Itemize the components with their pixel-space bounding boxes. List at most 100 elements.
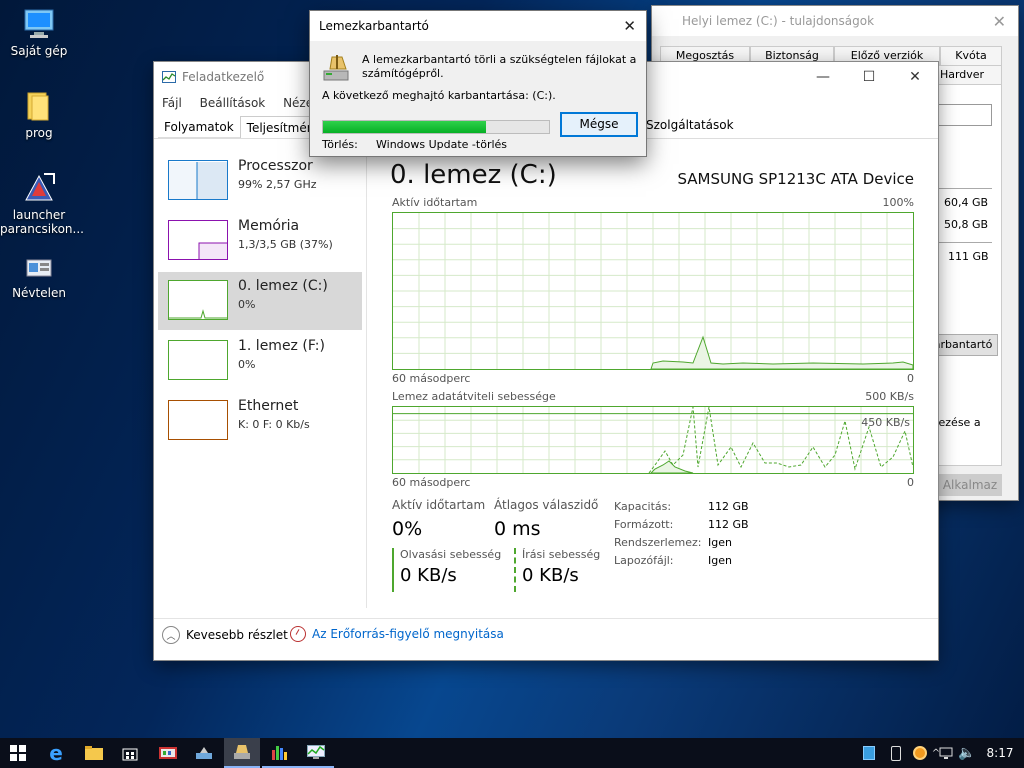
info-row: Formázott: 112 GB: [614, 516, 749, 534]
dialog-message-line2: számítógépről.: [362, 67, 444, 80]
fewer-details-button[interactable]: ︿ Kevesebb részlet: [162, 626, 288, 644]
write-speed-value: 0 KB/s: [522, 565, 579, 586]
task-manager-icon: [307, 745, 325, 759]
tab-processes[interactable]: Folyamatok: [158, 116, 240, 138]
folder-icon: [27, 92, 49, 121]
tray-app-icon[interactable]: [854, 738, 884, 768]
info-row: Kapacitás: 112 GB: [614, 498, 749, 516]
sidebar-item-memory[interactable]: Memória 1,3/3,5 GB (37%): [158, 212, 362, 270]
menu-options[interactable]: Beállítások: [200, 96, 266, 110]
menu-bar: Fájl Beállítások Nézet: [162, 96, 332, 110]
taskbar-app-media[interactable]: [150, 738, 186, 768]
document-icon: [26, 259, 52, 277]
menu-file[interactable]: Fájl: [162, 96, 182, 110]
cancel-button[interactable]: Mégse: [560, 112, 638, 137]
sidebar-item-cpu[interactable]: Processzor 99% 2,57 GHz: [158, 152, 362, 210]
active-time-label: Aktív időtartam: [392, 498, 486, 512]
graph1-max: 100%: [882, 196, 914, 209]
used-space-value: 60,4 GB: [944, 196, 989, 209]
tab-kvota[interactable]: Kvóta: [940, 46, 1002, 66]
sidebar-item-detail: 99% 2,57 GHz: [238, 178, 317, 191]
active-time-value: 0%: [392, 518, 423, 540]
sidebar-item-label: 1. lemez (F:): [238, 338, 325, 354]
sidebar-item-detail: K: 0 F: 0 Kb/s: [238, 418, 310, 431]
launcher-icon: [25, 173, 55, 201]
resource-monitor-label: Az Erőforrás-figyelő megnyitása: [312, 627, 504, 641]
dialog-titlebar[interactable]: Lemezkarbantartó ✕: [310, 11, 646, 41]
fewer-details-label: Kevesebb részlet: [186, 628, 288, 642]
graph2-x-left: 60 másodperc: [392, 476, 471, 489]
taskbar-file-explorer[interactable]: [76, 738, 112, 768]
sidebar-item-disk-c[interactable]: 0. lemez (C:) 0%: [158, 272, 362, 330]
task-manager-icon: [162, 71, 176, 83]
active-time-graph: [392, 212, 914, 370]
desktop-icon-nevtelen[interactable]: Névtelen: [0, 256, 78, 300]
close-button[interactable]: ✕: [993, 12, 1006, 31]
disk-cleanup-button[interactable]: Lemezkarbantartó: [934, 334, 998, 356]
taskbar-edge[interactable]: e: [38, 738, 74, 768]
name-field[interactable]: [934, 104, 992, 126]
info-value: 112 GB: [708, 518, 749, 531]
info-key: Lapozófájl:: [614, 554, 674, 567]
info-key: Rendszerlemez:: [614, 536, 702, 549]
sidebar-item-label: Memória: [238, 218, 300, 234]
taskbar-app-bars[interactable]: [262, 738, 298, 768]
window-title: Feladatkezelő: [182, 70, 265, 84]
info-row: Rendszerlemez: Igen: [614, 534, 749, 552]
graph1-title: Aktív időtartam: [392, 196, 478, 209]
graph2-mark-label: 450 KB/s: [861, 416, 910, 429]
taskbar-store[interactable]: [112, 738, 148, 768]
tab-bar: Folyamatok Teljesítmény: [154, 116, 329, 138]
open-resource-monitor-link[interactable]: Az Erőforrás-figyelő megnyitása: [290, 626, 504, 642]
desktop-icon-label: Saját gép: [10, 44, 68, 58]
compress-text: vezése a: [932, 416, 981, 429]
taskbar-clock[interactable]: 8:17: [982, 738, 1018, 768]
taskbar-disk-cleanup[interactable]: [224, 738, 260, 768]
taskbar-app-launcher[interactable]: [186, 738, 222, 768]
desktop-icon-prog[interactable]: prog: [0, 90, 78, 140]
computer-icon: [24, 9, 54, 38]
disk-cleanup-icon: [323, 55, 349, 81]
close-button[interactable]: ✕: [623, 17, 636, 35]
desktop-icon-label: Névtelen: [12, 286, 66, 300]
capacity-value: 111 GB: [948, 250, 989, 263]
launcher-app-icon: [196, 747, 212, 759]
response-time-label: Átlagos válaszidő: [494, 498, 599, 512]
sidebar-item-label: Ethernet: [238, 398, 299, 414]
media-app-icon: [159, 747, 177, 759]
delete-value: Windows Update -törlés: [376, 138, 508, 151]
sidebar-item-label: 0. lemez (C:): [238, 278, 328, 294]
info-key: Kapacitás:: [614, 500, 672, 513]
windows-logo-icon: [10, 745, 26, 761]
desktop-icon-launcher[interactable]: launcher parancsikon...: [0, 172, 84, 236]
start-button[interactable]: [0, 738, 36, 768]
disk-heading: 0. lemez (C:): [390, 160, 557, 190]
delete-label: Törlés:: [322, 138, 358, 151]
info-row: Lapozófájl: Igen: [614, 552, 749, 570]
close-button[interactable]: ✕: [892, 62, 938, 92]
sidebar-item-ethernet[interactable]: Ethernet K: 0 F: 0 Kb/s: [158, 392, 362, 450]
disk-f-thumbnail-graph: [168, 340, 228, 380]
desktop-icon-this-pc[interactable]: Saját gép: [0, 8, 78, 58]
sidebar-item-detail: 0%: [238, 298, 256, 311]
sidebar-item-disk-f[interactable]: 1. lemez (F:) 0%: [158, 332, 362, 390]
graph2-x-right: 0: [907, 476, 914, 489]
apply-button[interactable]: Alkalmaz: [938, 474, 1002, 496]
maximize-button[interactable]: ☐: [846, 62, 892, 92]
ethernet-thumbnail-graph: [168, 400, 228, 440]
disk-info-table: Kapacitás: 112 GB Formázott: 112 GB Rendsz…: [614, 498, 749, 570]
tab-services[interactable]: Szolgáltatások: [646, 118, 734, 132]
taskbar-task-manager[interactable]: [298, 738, 334, 768]
info-value: 112 GB: [708, 500, 749, 513]
tray-volume[interactable]: 🔈: [954, 738, 980, 768]
transfer-rate-graph: [392, 406, 914, 474]
write-speed-block: Írási sebesség 0 KB/s: [514, 548, 600, 592]
tray-window-icon: [863, 746, 875, 760]
minimize-button[interactable]: —: [800, 62, 846, 92]
network-icon: [939, 747, 953, 759]
bars-app-icon: [272, 746, 287, 760]
dialog-title: Lemezkarbantartó: [319, 19, 429, 33]
divider: [934, 242, 992, 243]
graph1-x-right: 0: [907, 372, 914, 385]
properties-titlebar[interactable]: Helyi lemez (C:) - tulajdonságok ✕: [652, 6, 1018, 36]
